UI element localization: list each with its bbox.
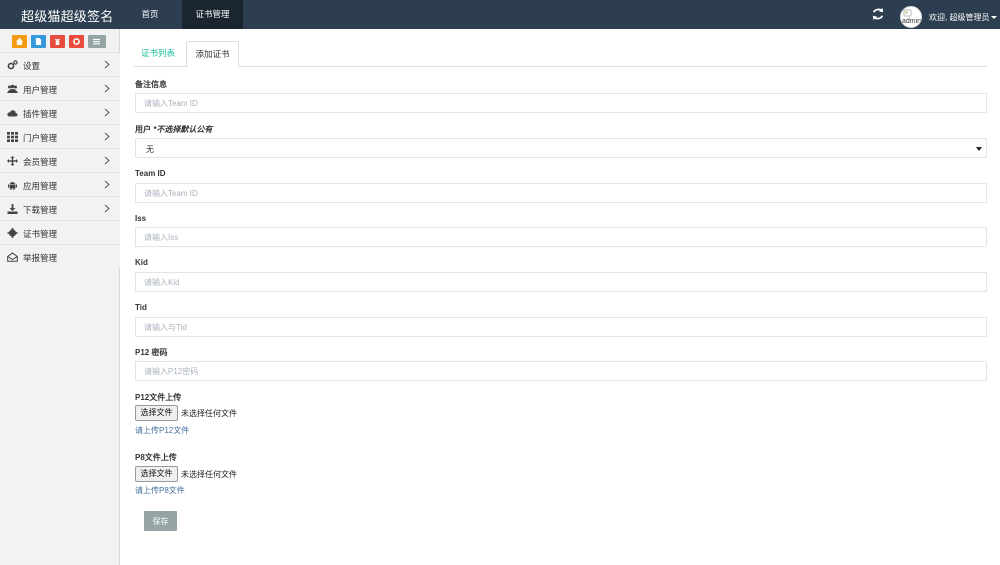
sidebar-menu: 设置 用户管理 插件管理 门户管理 会员管理 应用管理 下载管理 证书管理 举报… — [0, 52, 120, 268]
iss-label: Iss — [135, 214, 147, 223]
p8-file-status: 未选择任何文件 — [181, 470, 237, 479]
team-id-input[interactable] — [135, 183, 987, 203]
p12-file-label: P12文件上传 — [135, 393, 182, 402]
remark-label: 备注信息 — [135, 80, 167, 89]
sidebar-item-label: 会员管理 — [23, 157, 58, 167]
users-icon — [7, 84, 18, 93]
file-icon — [35, 38, 42, 45]
tid-input[interactable] — [135, 317, 987, 337]
team-id-label: Team ID — [135, 169, 166, 178]
tab-bar: 证书列表 添加证书 — [134, 41, 987, 67]
save-button[interactable]: 保存 — [144, 511, 177, 531]
shortcut-lifebuoy-button[interactable] — [69, 35, 84, 48]
grid-icon — [7, 132, 18, 142]
shortcut-home-button[interactable] — [12, 35, 27, 48]
brand-title[interactable]: 超级猫超级签名 — [21, 6, 113, 25]
sidebar-item-label: 下载管理 — [23, 205, 58, 215]
iss-input[interactable] — [135, 227, 987, 247]
user-menu-toggle[interactable]: 欢迎, 超级管理员 — [929, 12, 998, 23]
home-icon — [16, 38, 23, 45]
trash-icon — [54, 38, 61, 45]
gear-icon — [7, 228, 18, 238]
sidebar: 设置 用户管理 插件管理 门户管理 会员管理 应用管理 下载管理 证书管理 举报… — [0, 29, 120, 565]
sidebar-item-label: 设置 — [23, 61, 41, 71]
sidebar-item-label: 用户管理 — [23, 85, 58, 95]
shortcut-trash-button[interactable] — [50, 35, 65, 48]
p8-file-label: P8文件上传 — [135, 453, 177, 462]
lifebuoy-icon — [73, 38, 80, 45]
user-select[interactable]: 无 — [135, 138, 987, 158]
list-icon — [93, 38, 100, 45]
sidebar-item-portal[interactable]: 门户管理 — [0, 124, 120, 148]
sidebar-item-settings[interactable]: 设置 — [0, 52, 120, 76]
remark-input[interactable] — [135, 93, 987, 113]
p12-choose-file-button[interactable]: 选择文件 — [135, 405, 178, 421]
avatar[interactable]: admin — [900, 6, 922, 28]
move-icon — [7, 156, 18, 166]
user-select-value: 无 — [146, 145, 154, 154]
shortcut-file-button[interactable] — [31, 35, 46, 48]
tid-label: Tid — [135, 303, 147, 312]
sidebar-item-apps[interactable]: 应用管理 — [0, 172, 120, 196]
sidebar-item-plugins[interactable]: 插件管理 — [0, 100, 120, 124]
refresh-icon[interactable] — [871, 7, 885, 21]
nav-cert-management[interactable]: 证书管理 — [182, 0, 243, 29]
select-caret-icon — [976, 147, 982, 151]
chevron-right-icon — [104, 180, 110, 189]
shortcut-list-button[interactable] — [88, 35, 106, 48]
chevron-right-icon — [104, 132, 110, 141]
sidebar-item-label: 门户管理 — [23, 133, 58, 143]
nav-home[interactable]: 首页 — [124, 0, 176, 29]
kid-label: Kid — [135, 258, 148, 267]
chevron-right-icon — [104, 156, 110, 165]
user-label-text: 用户 — [135, 125, 151, 134]
user-label: 用户 *不选择默认公有 — [135, 124, 212, 135]
sidebar-item-downloads[interactable]: 下载管理 — [0, 196, 120, 220]
sidebar-item-certificates[interactable]: 证书管理 — [0, 220, 120, 244]
p8-help-text: 请上传P8文件 — [135, 486, 185, 495]
user-label-note: *不选择默认公有 — [151, 125, 213, 134]
caret-down-icon — [991, 16, 998, 20]
tab-add-cert[interactable]: 添加证书 — [186, 41, 239, 67]
cogs-icon — [7, 60, 18, 70]
welcome-text: 欢迎, 超级管理员 — [929, 13, 990, 22]
avatar-alt-text: admin — [902, 18, 922, 25]
sidebar-item-label: 证书管理 — [23, 229, 58, 239]
sidebar-item-label: 插件管理 — [23, 109, 58, 119]
tab-cert-list[interactable]: 证书列表 — [134, 41, 182, 67]
chevron-right-icon — [104, 60, 110, 69]
chevron-right-icon — [104, 204, 110, 213]
sidebar-item-reports[interactable]: 举报管理 — [0, 244, 120, 268]
top-navbar: 超级猫超级签名 首页 证书管理 admin 欢迎, 超级管理员 — [0, 0, 1000, 29]
sidebar-item-label: 应用管理 — [23, 181, 58, 191]
envelope-icon — [7, 252, 18, 262]
chevron-right-icon — [104, 108, 110, 117]
sidebar-item-members[interactable]: 会员管理 — [0, 148, 120, 172]
cloud-icon — [7, 110, 18, 117]
download-icon — [7, 204, 18, 214]
android-icon — [8, 182, 17, 190]
sidebar-item-label: 举报管理 — [23, 253, 58, 263]
p8-choose-file-button[interactable]: 选择文件 — [135, 466, 178, 482]
sidebar-item-users[interactable]: 用户管理 — [0, 76, 120, 100]
p12-password-input[interactable] — [135, 361, 987, 381]
p12-help-text: 请上传P12文件 — [135, 426, 190, 435]
chevron-right-icon — [104, 84, 110, 93]
kid-input[interactable] — [135, 272, 987, 292]
p12-file-status: 未选择任何文件 — [181, 409, 237, 418]
p12-password-label: P12 密码 — [135, 348, 168, 357]
